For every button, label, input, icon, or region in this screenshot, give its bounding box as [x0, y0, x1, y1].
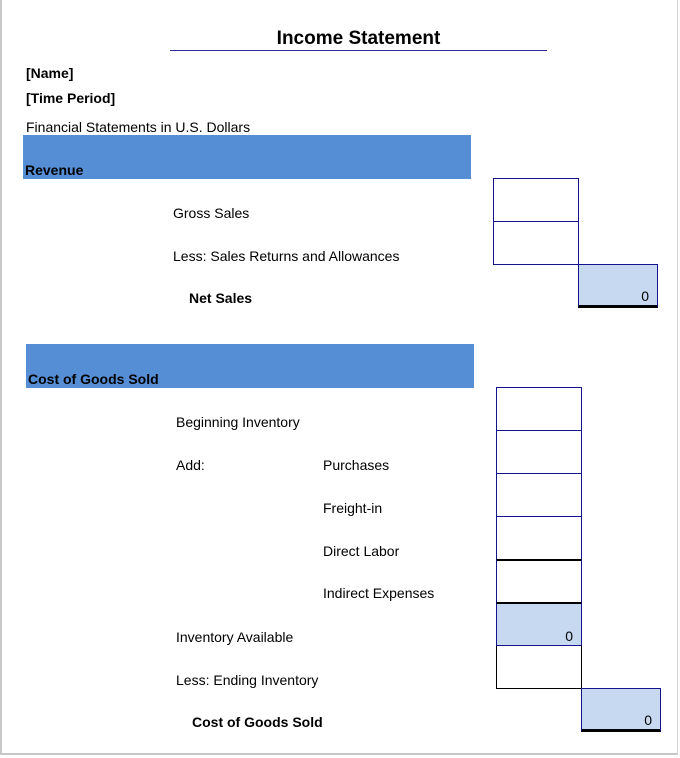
currency-note: Financial Statements in U.S. Dollars	[26, 119, 251, 135]
freight-in-label: Freight-in	[323, 500, 383, 516]
gross-sales-cell[interactable]	[493, 178, 579, 222]
document-title: Income Statement	[276, 28, 441, 49]
freight-in-cell[interactable]	[496, 473, 582, 517]
net-sales-label: Net Sales	[189, 290, 253, 306]
ending-inventory-cell[interactable]	[496, 645, 582, 689]
cogs-total-cell[interactable]: 0	[581, 688, 661, 732]
direct-labor-cell[interactable]	[496, 516, 582, 560]
cogs-header-label: Cost of Goods Sold	[28, 371, 159, 387]
ending-inventory-label: Less: Ending Inventory	[176, 672, 319, 688]
time-period-field[interactable]: [Time Period]	[26, 90, 115, 106]
beginning-inventory-label: Beginning Inventory	[176, 414, 300, 430]
indirect-expenses-cell[interactable]	[496, 559, 582, 603]
cogs-total-label: Cost of Goods Sold	[192, 714, 323, 730]
direct-labor-label: Direct Labor	[323, 543, 400, 559]
purchases-label: Purchases	[323, 457, 390, 473]
title-underline	[170, 50, 547, 51]
revenue-header-label: Revenue	[25, 162, 84, 178]
inventory-available-cell[interactable]: 0	[496, 602, 582, 646]
name-field[interactable]: [Name]	[26, 65, 73, 81]
indirect-expenses-label: Indirect Expenses	[323, 585, 435, 601]
returns-label: Less: Sales Returns and Allowances	[173, 248, 400, 264]
inventory-available-label: Inventory Available	[176, 629, 294, 645]
returns-cell[interactable]	[493, 221, 579, 265]
beginning-inventory-cell[interactable]	[496, 387, 582, 431]
add-label: Add:	[176, 457, 205, 473]
cogs-section-header: Cost of Goods Sold	[26, 344, 474, 388]
revenue-section-header: Revenue	[23, 135, 471, 179]
gross-sales-label: Gross Sales	[173, 205, 250, 221]
net-sales-cell[interactable]: 0	[578, 264, 658, 308]
purchases-cell[interactable]	[496, 430, 582, 474]
